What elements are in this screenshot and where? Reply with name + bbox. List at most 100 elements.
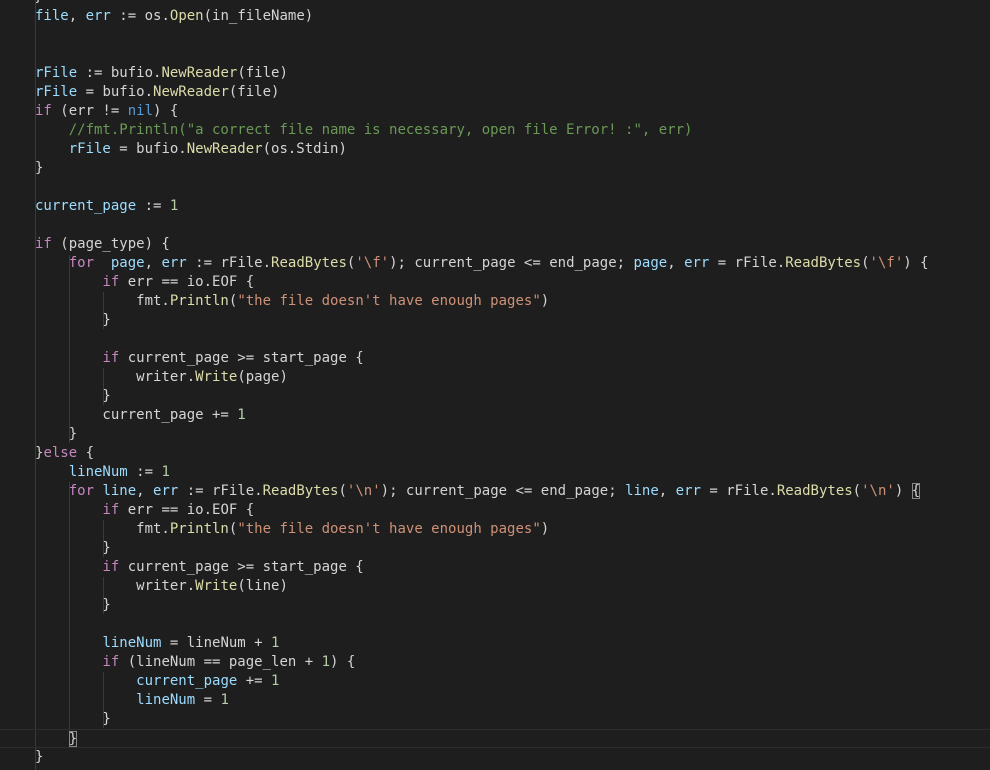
- code-line[interactable]: lineNum = 1: [0, 691, 990, 710]
- code-line[interactable]: }: [0, 387, 990, 406]
- code-token: err: [675, 483, 701, 499]
- code-line[interactable]: writer.Write(line): [0, 577, 990, 596]
- code-token: = bufio.: [110, 141, 187, 157]
- code-token: err: [153, 483, 179, 499]
- code-token: (: [861, 255, 870, 271]
- code-token: := bufio.: [77, 65, 162, 81]
- code-token: }: [35, 711, 111, 727]
- code-line[interactable]: }: [0, 311, 990, 330]
- code-line[interactable]: [0, 615, 990, 634]
- code-token: if: [102, 274, 120, 290]
- code-token: (: [852, 483, 862, 499]
- code-token: lineNum: [136, 692, 196, 708]
- code-line[interactable]: //fmt.Println("a correct file name is ne…: [0, 121, 990, 140]
- code-token: ,: [136, 483, 154, 499]
- code-line[interactable]: fmt.Println("the file doesn't have enoug…: [0, 292, 990, 311]
- code-line[interactable]: lineNum := 1: [0, 463, 990, 482]
- code-token: (page): [237, 369, 288, 385]
- code-token: if: [102, 559, 120, 575]
- code-token: current_page: [136, 673, 238, 689]
- code-token: ); current_page <= end_page;: [380, 483, 626, 499]
- code-token: nil: [127, 103, 154, 119]
- code-token: //fmt.Println("a correct file name is ne…: [68, 122, 693, 138]
- code-line[interactable]: current_page += 1: [0, 406, 990, 425]
- code-line[interactable]: lineNum = lineNum + 1: [0, 634, 990, 653]
- code-token: current_page >= start_page {: [119, 559, 364, 575]
- code-token: if: [35, 103, 52, 119]
- code-token: '\f': [869, 255, 904, 271]
- code-line[interactable]: if (lineNum == page_len + 1) {: [0, 653, 990, 672]
- code-line[interactable]: for line, err := rFile.ReadBytes('\n'); …: [0, 482, 990, 501]
- code-line[interactable]: if current_page >= start_page {: [0, 558, 990, 577]
- code-line[interactable]: current_page := 1: [0, 197, 990, 216]
- code-line[interactable]: [0, 45, 990, 64]
- code-token: NewReader: [161, 65, 238, 81]
- code-token: ,: [68, 8, 86, 24]
- code-line[interactable]: if (page_type) {: [0, 235, 990, 254]
- code-line[interactable]: if (err != nil) {: [0, 102, 990, 121]
- code-token: }: [35, 540, 111, 556]
- code-token: Open: [169, 8, 204, 24]
- code-token: = bufio.: [77, 84, 154, 100]
- code-line[interactable]: }: [0, 159, 990, 178]
- code-token: (file): [228, 84, 280, 100]
- matched-bracket: {: [911, 483, 921, 499]
- code-token: (os.Stdin): [262, 141, 347, 157]
- code-token: = rFile.: [700, 483, 777, 499]
- code-line[interactable]: }: [0, 729, 990, 748]
- code-token: fmt.: [35, 521, 170, 537]
- code-token: ): [540, 521, 550, 537]
- code-line[interactable]: rFile = bufio.NewReader(os.Stdin): [0, 140, 990, 159]
- code-token: }: [35, 597, 111, 613]
- code-line[interactable]: }else {: [0, 444, 990, 463]
- code-line[interactable]: if err == io.EOF {: [0, 501, 990, 520]
- code-token: else: [43, 445, 78, 461]
- code-token: ,: [144, 255, 162, 271]
- code-line[interactable]: }: [0, 539, 990, 558]
- code-line[interactable]: for page, err := rFile.ReadBytes('\f'); …: [0, 254, 990, 273]
- code-line[interactable]: }: [0, 425, 990, 444]
- matched-bracket: }: [68, 731, 78, 747]
- code-line[interactable]: current_page += 1: [0, 672, 990, 691]
- code-line[interactable]: fmt.Println("the file doesn't have enoug…: [0, 520, 990, 539]
- code-line[interactable]: [0, 330, 990, 349]
- code-line[interactable]: writer.Write(page): [0, 368, 990, 387]
- code-token: fmt.: [35, 293, 170, 309]
- code-line[interactable]: [0, 178, 990, 197]
- code-token: ReadBytes: [262, 483, 339, 499]
- code-token: page: [110, 255, 145, 271]
- code-token: '\n': [346, 483, 381, 499]
- code-line[interactable]: }: [0, 596, 990, 615]
- code-line[interactable]: [0, 26, 990, 45]
- code-line[interactable]: rFile := bufio.NewReader(file): [0, 64, 990, 83]
- code-token: ReadBytes: [271, 255, 347, 271]
- code-line[interactable]: file, err := os.Open(in_fileName): [0, 7, 990, 26]
- code-line[interactable]: }: [0, 710, 990, 729]
- code-line[interactable]: if err == io.EOF {: [0, 273, 990, 292]
- code-token: := rFile.: [178, 483, 263, 499]
- code-line[interactable]: [0, 216, 990, 235]
- code-editor[interactable]: } file, err := os.Open(in_fileName) rFile…: [0, 0, 990, 770]
- code-line[interactable]: rFile = bufio.NewReader(file): [0, 83, 990, 102]
- code-token: ): [540, 293, 550, 309]
- code-token: :=: [127, 464, 162, 480]
- code-token: rFile: [68, 141, 111, 157]
- code-token: ,: [667, 255, 685, 271]
- code-token: lineNum: [102, 635, 162, 651]
- code-token: = rFile.: [709, 255, 786, 271]
- code-token: "the file doesn't have enough pages": [237, 293, 541, 309]
- code-token: if: [35, 236, 52, 252]
- code-token: current_page +=: [35, 407, 238, 423]
- code-line[interactable]: if current_page >= start_page {: [0, 349, 990, 368]
- code-token: ) {: [153, 103, 179, 119]
- code-line[interactable]: }: [0, 748, 990, 767]
- code-token: Write: [195, 578, 238, 594]
- code-token: := rFile.: [186, 255, 272, 271]
- code-token: (: [338, 483, 347, 499]
- code-token: err == io.EOF {: [119, 274, 255, 290]
- code-token: 1: [271, 673, 280, 689]
